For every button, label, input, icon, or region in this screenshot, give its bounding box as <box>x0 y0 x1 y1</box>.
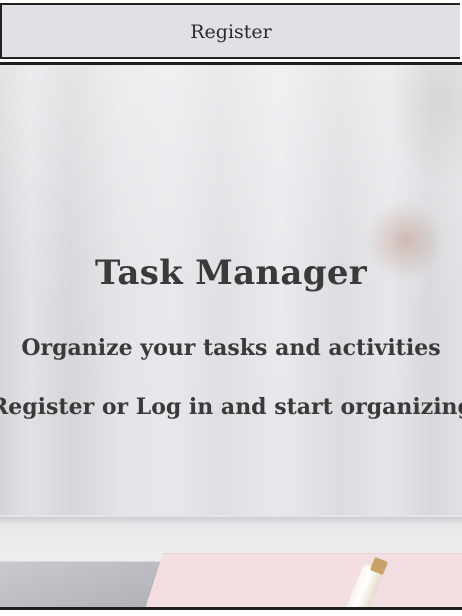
hero-cta-text: Register or Log in and start organizing <box>0 394 462 420</box>
hero-background-desk-shadow <box>0 517 462 525</box>
hero-section: Task Manager Organize your tasks and act… <box>0 65 462 610</box>
page: Register Task Manager Organize your task… <box>0 0 462 616</box>
hero-subtitle: Organize your tasks and activities <box>21 335 441 361</box>
hero-title: Task Manager <box>95 253 367 293</box>
bottom-divider <box>0 607 462 610</box>
register-link[interactable]: Register <box>190 19 272 43</box>
hero-background-notebook <box>136 553 462 610</box>
top-navbar: Register <box>0 3 460 59</box>
